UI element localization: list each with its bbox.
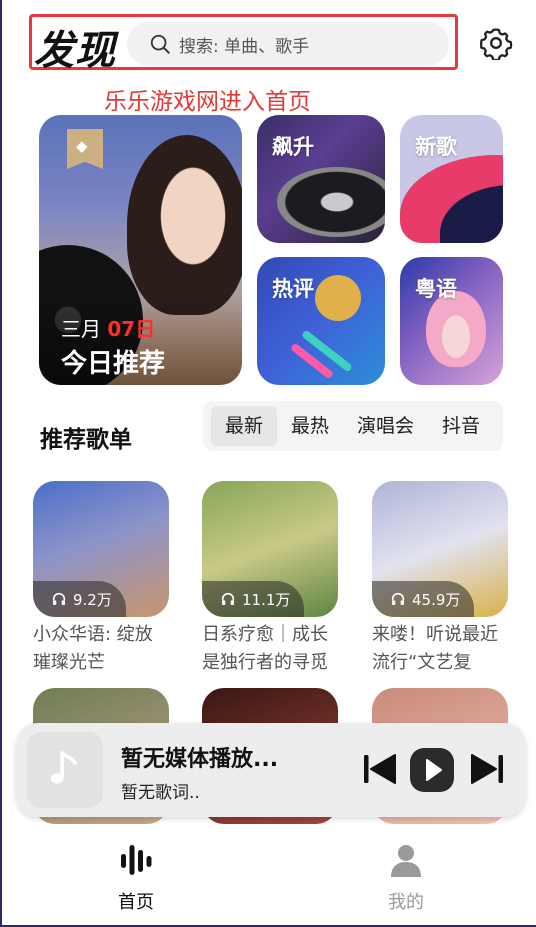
nav-label-home: 首页 xyxy=(118,892,154,913)
stripe-graphic xyxy=(300,329,354,373)
music-note-icon xyxy=(50,751,77,784)
playlist-title: 小众华语: 绽放璀璨光芒 xyxy=(33,624,153,673)
playlist-title: 日系疗愈｜成长是独行者的寻觅 xyxy=(202,624,328,673)
search-bar[interactable]: 搜索: 单曲、歌手 xyxy=(127,22,449,66)
play-count-badge: 11.1万 xyxy=(202,581,305,617)
chart-card-rising[interactable]: 飙升 xyxy=(257,115,385,243)
date-label: 三月 07日 xyxy=(61,313,155,342)
next-track-icon[interactable] xyxy=(468,750,506,788)
album-art-placeholder xyxy=(27,732,103,808)
nav-item-home[interactable]: 首页 xyxy=(86,842,186,914)
section-title: 推荐歌单 xyxy=(40,427,132,453)
tab-concert[interactable]: 演唱会 xyxy=(343,406,428,446)
user-icon xyxy=(391,845,421,877)
mini-player[interactable]: 暂无媒体播放... 暂无歌词.. xyxy=(16,723,526,817)
settings-gear-icon[interactable] xyxy=(479,26,513,60)
chart-card-label: 新歌 xyxy=(415,135,457,159)
play-count-badge: 9.2万 xyxy=(33,581,126,617)
search-placeholder: 搜索: 单曲、歌手 xyxy=(179,36,310,57)
search-icon xyxy=(150,34,170,54)
player-title: 暂无媒体播放... xyxy=(121,747,279,772)
chart-card-label: 热评 xyxy=(272,277,314,301)
date-day: 07日 xyxy=(107,317,156,341)
sound-bars-icon xyxy=(121,845,152,875)
daily-recommend-card[interactable]: ◆ 三月 07日 今日推荐 xyxy=(39,115,242,385)
chart-card-label: 飙升 xyxy=(272,135,314,159)
date-month: 三月 xyxy=(61,317,101,341)
headphones-icon xyxy=(391,592,405,605)
headphones-icon xyxy=(221,592,235,605)
tab-douyin[interactable]: 抖音 xyxy=(428,406,494,446)
headphones-icon xyxy=(52,592,66,605)
playlist-title: 来喽！听说最近流行“文艺复兴”? xyxy=(372,624,498,673)
frame-border-left xyxy=(0,0,2,927)
circle-graphic xyxy=(315,275,361,321)
chart-card-cantonese[interactable]: 粤语 xyxy=(400,257,503,385)
playlist-cover: 9.2万 xyxy=(33,481,169,617)
play-button-icon[interactable] xyxy=(409,747,455,793)
play-count: 11.1万 xyxy=(242,590,291,609)
playlist-cover: 45.9万 xyxy=(372,481,508,617)
tab-latest[interactable]: 最新 xyxy=(211,406,278,446)
playlist-item[interactable]: 45.9万 来喽！听说最近流行“文艺复兴”? xyxy=(372,481,508,677)
page-title: 发现 xyxy=(34,28,116,74)
play-count: 9.2万 xyxy=(73,590,112,609)
previous-track-icon[interactable] xyxy=(361,750,399,788)
playlist-cover: 11.1万 xyxy=(202,481,338,617)
gem-icon: ◆ xyxy=(76,137,88,155)
turntable-graphic xyxy=(277,167,385,237)
play-count-badge: 45.9万 xyxy=(372,581,475,617)
cover-portrait xyxy=(127,135,242,315)
promo-link[interactable]: 乐乐游戏网进入首页 xyxy=(104,82,311,116)
chart-card-new[interactable]: 新歌 xyxy=(400,115,503,243)
tab-hottest[interactable]: 最热 xyxy=(277,406,343,446)
chart-card-label: 粤语 xyxy=(415,277,457,301)
play-count: 45.9万 xyxy=(412,590,461,609)
bottom-nav: 首页 我的 xyxy=(0,826,536,925)
chart-card-hot-comments[interactable]: 热评 xyxy=(257,257,385,385)
playlist-item[interactable]: 11.1万 日系疗愈｜成长是独行者的寻觅 xyxy=(202,481,338,677)
player-lyric: 暂无歌词.. xyxy=(121,783,200,803)
daily-recommend-label: 今日推荐 xyxy=(61,349,166,379)
playlist-tabs: 最新 最热 演唱会 抖音 xyxy=(203,401,503,451)
playlist-item[interactable]: 9.2万 小众华语: 绽放璀璨光芒 xyxy=(33,481,169,677)
nav-label-profile: 我的 xyxy=(388,892,424,913)
nav-item-profile[interactable]: 我的 xyxy=(356,842,456,914)
